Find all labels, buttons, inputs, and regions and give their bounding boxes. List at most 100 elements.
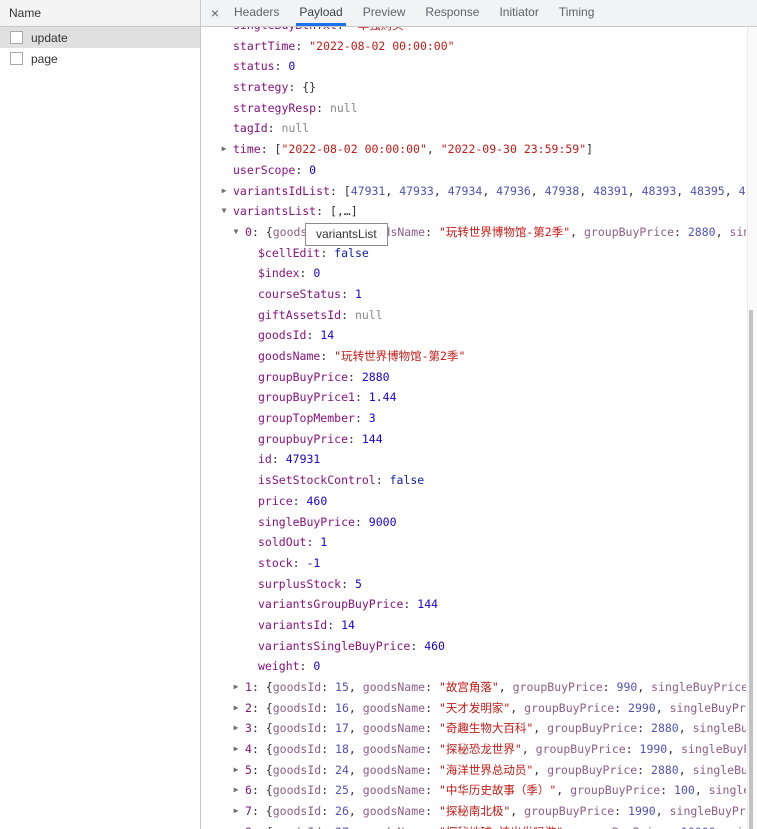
collapse-triangle-icon[interactable]: ▼: [230, 222, 242, 243]
tree-row[interactable]: surplusStock: 5: [201, 574, 746, 595]
token-s: "天才发明家": [439, 701, 510, 715]
tree-row[interactable]: stock: -1: [201, 553, 746, 574]
tree-row[interactable]: ▶3: {goodsId: 17, goodsName: "奇趣生物大百科", …: [201, 718, 746, 739]
tree-row[interactable]: weight: 0: [201, 656, 746, 677]
tab-headers[interactable]: Headers: [231, 0, 282, 26]
token-pn: 18: [335, 742, 349, 756]
token-p: :: [316, 101, 330, 115]
tree-row[interactable]: ▼variantsList: [,…]: [201, 201, 746, 222]
token-k: stock: [258, 556, 293, 570]
token-p: :: [376, 473, 390, 487]
tree-row[interactable]: groupBuyPrice: 2880: [201, 367, 746, 388]
expand-triangle-icon[interactable]: ▶: [230, 760, 242, 781]
expand-triangle-icon[interactable]: ▶: [230, 822, 242, 829]
tab-response[interactable]: Response: [422, 0, 482, 26]
expand-triangle-icon[interactable]: ▶: [230, 698, 242, 719]
request-row-page[interactable]: page: [0, 48, 200, 69]
tab-payload[interactable]: Payload: [296, 0, 345, 26]
tree-row[interactable]: ▶1: {goodsId: 15, goodsName: "故宫角落", gro…: [201, 677, 746, 698]
scrollbar-thumb[interactable]: [749, 310, 753, 829]
token-k: variantsSingleBuyPrice: [258, 639, 410, 653]
name-column-header[interactable]: Name: [0, 0, 200, 27]
collapse-triangle-icon[interactable]: ▼: [218, 201, 230, 222]
token-s: "故宫角落": [439, 680, 499, 694]
tree-row[interactable]: status: 0: [201, 56, 746, 77]
tree-row[interactable]: courseStatus: 1: [201, 284, 746, 305]
token-pn: 47931: [351, 184, 386, 198]
tree-row[interactable]: $cellEdit: false: [201, 243, 746, 264]
tree-row[interactable]: startTime: "2022-08-02 00:00:00": [201, 36, 746, 57]
tree-row[interactable]: ▶2: {goodsId: 16, goodsName: "天才发明家", gr…: [201, 698, 746, 719]
tree-row[interactable]: $index: 0: [201, 263, 746, 284]
tree-row[interactable]: soldOut: 1: [201, 532, 746, 553]
expand-triangle-icon[interactable]: ▶: [218, 181, 230, 202]
token-p: :: [425, 701, 439, 715]
token-pk: goodsId: [273, 783, 321, 797]
tree-row[interactable]: groupbuyPrice: 144: [201, 429, 746, 450]
tree-row[interactable]: groupTopMember: 3: [201, 408, 746, 429]
tree-row[interactable]: ▼0: {goodsId: 14, goodsName: "玩转世界博物馆-第2…: [201, 222, 746, 243]
tree-row[interactable]: ▶5: {goodsId: 24, goodsName: "海洋世界总动员", …: [201, 760, 746, 781]
token-p: ,: [656, 701, 670, 715]
tab-timing[interactable]: Timing: [556, 0, 598, 26]
request-row-update[interactable]: update: [0, 27, 200, 48]
token-p: : [,…]: [316, 204, 358, 218]
token-p: :: [425, 721, 439, 735]
tree-row[interactable]: singleBuyPrice: 9000: [201, 512, 746, 533]
close-icon[interactable]: ×: [206, 0, 224, 26]
token-s: "玩转世界博物馆-第2季": [334, 349, 465, 363]
token-k: startTime: [233, 39, 295, 53]
token-u: null: [330, 101, 358, 115]
request-detail-pane: × Headers Payload Preview Response Initi…: [201, 0, 757, 829]
token-p: :: [355, 411, 369, 425]
expand-triangle-icon[interactable]: ▶: [230, 677, 242, 698]
tree-row[interactable]: ▶6: {goodsId: 25, goodsName: "中华历史故事（季）"…: [201, 780, 746, 801]
token-pn: 25: [335, 783, 349, 797]
tree-row[interactable]: ▶variantsIdList: [47931, 47933, 47934, 4…: [201, 181, 746, 202]
tree-row[interactable]: ▶4: {goodsId: 18, goodsName: "探秘恐龙世界", g…: [201, 739, 746, 760]
token-pk: singleBuyPrice: [670, 804, 746, 818]
token-p: ,: [349, 763, 363, 777]
token-n: 1.44: [369, 390, 397, 404]
tree-row[interactable]: tagId: null: [201, 118, 746, 139]
token-n: 460: [424, 639, 445, 653]
tree-row[interactable]: price: 460: [201, 491, 746, 512]
tree-row[interactable]: isSetStockControl: false: [201, 470, 746, 491]
token-p: : {: [252, 701, 273, 715]
tree-row[interactable]: userScope: 0: [201, 160, 746, 181]
token-p: :: [321, 701, 335, 715]
tree-row[interactable]: id: 47931: [201, 449, 746, 470]
expand-triangle-icon[interactable]: ▶: [230, 718, 242, 739]
token-pk: groupBuyPrice: [584, 225, 674, 239]
vertical-scrollbar[interactable]: [747, 27, 757, 829]
tree-row[interactable]: groupBuyPrice1: 1.44: [201, 387, 746, 408]
expand-triangle-icon[interactable]: ▶: [230, 801, 242, 822]
expand-triangle-icon[interactable]: ▶: [218, 139, 230, 160]
tree-row[interactable]: ▶time: ["2022-08-02 00:00:00", "2022-09-…: [201, 139, 746, 160]
expand-triangle-icon[interactable]: ▶: [230, 739, 242, 760]
token-pk: groupBuyPrice: [536, 742, 626, 756]
tree-row[interactable]: strategy: {}: [201, 77, 746, 98]
token-p: :: [425, 825, 439, 829]
tree-row[interactable]: ▶7: {goodsId: 26, goodsName: "探秘南北极", gr…: [201, 801, 746, 822]
tree-row[interactable]: giftAssetsId: null: [201, 305, 746, 326]
token-k: 8: [245, 825, 252, 829]
token-p: ,: [349, 680, 363, 694]
token-k: 7: [245, 804, 252, 818]
tree-row[interactable]: variantsSingleBuyPrice: 460: [201, 636, 746, 657]
token-p: :: [306, 328, 320, 342]
tab-preview[interactable]: Preview: [360, 0, 409, 26]
token-p: ,: [628, 184, 642, 198]
tree-row[interactable]: variantsId: 14: [201, 615, 746, 636]
token-s: "2022-08-02 00:00:00": [281, 142, 426, 156]
tree-row[interactable]: goodsName: "玩转世界博物馆-第2季": [201, 346, 746, 367]
tree-row[interactable]: variantsGroupBuyPrice: 144: [201, 594, 746, 615]
expand-triangle-icon[interactable]: ▶: [230, 780, 242, 801]
token-p: ,: [563, 825, 577, 829]
token-p: ,: [349, 721, 363, 735]
tree-row[interactable]: ▶8: {goodsId: 27, goodsName: "探秘地球-该出发吗游…: [201, 822, 746, 829]
tab-initiator[interactable]: Initiator: [496, 0, 541, 26]
token-pk: groupBuyPrice: [577, 825, 667, 829]
tree-row[interactable]: goodsId: 14: [201, 325, 746, 346]
tree-row[interactable]: strategyResp: null: [201, 98, 746, 119]
